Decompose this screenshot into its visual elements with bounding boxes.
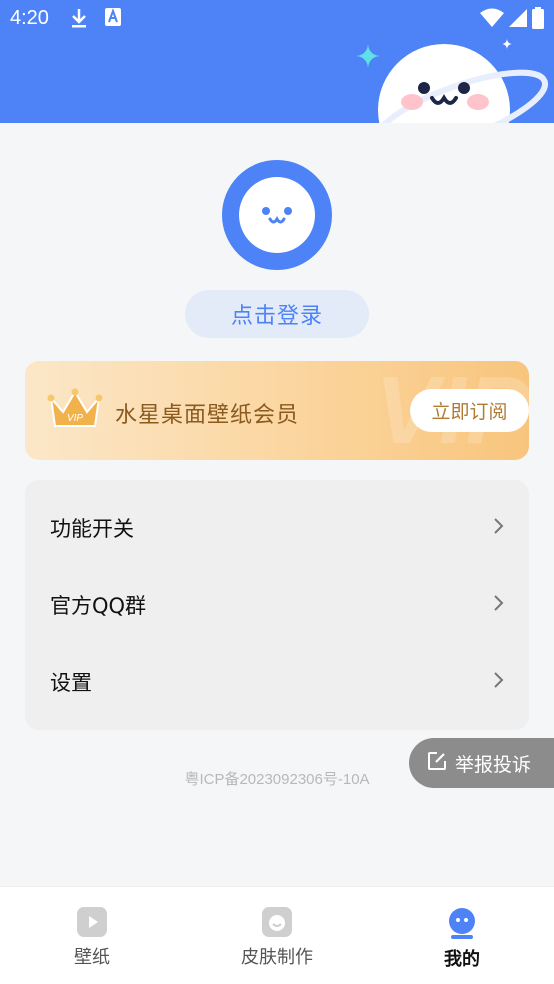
menu-item-label: 功能开关 <box>50 516 134 541</box>
report-button[interactable]: 举报投诉 <box>409 738 554 788</box>
vip-title: 水星桌面壁纸会员 <box>115 403 300 428</box>
a-notification-icon <box>104 7 122 31</box>
menu-item-qq-group[interactable]: 官方QQ群 <box>25 566 529 643</box>
face-icon <box>447 907 477 937</box>
tab-label: 皮肤制作 <box>241 947 313 968</box>
battery-icon <box>532 7 544 33</box>
login-button[interactable]: 点击登录 <box>185 290 369 338</box>
tab-mine[interactable]: 我的 <box>392 887 532 984</box>
tab-wallpaper[interactable]: 壁纸 <box>22 887 162 984</box>
play-icon <box>77 907 107 937</box>
crown-icon: VIP <box>47 388 103 436</box>
signal-icon <box>508 8 528 32</box>
status-right-icons <box>480 7 544 33</box>
avatar[interactable] <box>222 160 332 270</box>
header-banner: 4:20 <box>0 0 554 123</box>
menu-item-settings[interactable]: 设置 <box>25 643 529 720</box>
menu-item-feature-switch[interactable]: 功能开关 <box>25 489 529 566</box>
menu-item-label: 官方QQ群 <box>50 593 147 618</box>
wifi-icon <box>480 8 504 32</box>
tab-active-indicator <box>451 935 473 939</box>
report-label: 举报投诉 <box>455 753 532 776</box>
vip-card[interactable]: VIP VIP 水星桌面壁纸会员 立即订阅 <box>25 361 529 460</box>
settings-menu: 功能开关 官方QQ群 设置 <box>25 480 529 730</box>
chevron-right-icon <box>493 593 505 617</box>
menu-item-label: 设置 <box>50 670 92 695</box>
skin-icon <box>262 907 292 937</box>
chevron-right-icon <box>493 516 505 540</box>
edit-icon <box>427 751 447 776</box>
status-time: 4:20 <box>10 7 49 29</box>
subscribe-button[interactable]: 立即订阅 <box>410 389 529 432</box>
crown-vip-text: VIP <box>67 413 83 424</box>
tab-label: 我的 <box>444 949 480 970</box>
bottom-tab-bar: 壁纸 皮肤制作 我的 <box>0 886 554 984</box>
chevron-right-icon <box>493 670 505 694</box>
tab-skin-maker[interactable]: 皮肤制作 <box>207 887 347 984</box>
download-icon <box>70 7 88 33</box>
tab-label: 壁纸 <box>74 947 110 968</box>
avatar-face-icon <box>239 177 315 253</box>
